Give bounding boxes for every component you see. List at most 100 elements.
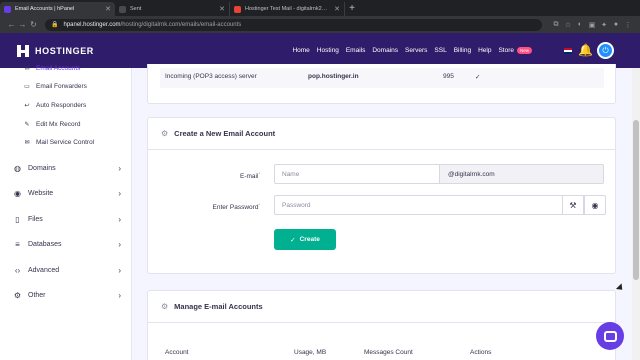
language-flag-icon[interactable] (564, 48, 572, 54)
forward-icon: ▭ (24, 84, 30, 90)
reload-icon[interactable]: ↻ (28, 20, 39, 29)
kebab-menu-icon[interactable]: ⋮ (622, 21, 634, 29)
gears-icon: ⚙ (161, 129, 169, 138)
sidebar-item-label: Files (28, 216, 43, 223)
nav-billing[interactable]: Billing (454, 47, 471, 54)
sidebar-item-mail-service-control[interactable]: ✉ Mail Service Control (24, 139, 94, 146)
notification-bell-icon[interactable]: 🔔 (578, 43, 593, 57)
sidebar-item-label: Email Accounts (36, 65, 81, 72)
power-icon: ⏻ (599, 44, 612, 57)
lock-icon: 🔒 (51, 22, 59, 28)
show-password-eye-icon[interactable]: ◉ (584, 195, 606, 215)
account-menu-button[interactable]: ⏻ (597, 42, 614, 59)
sidebar-item-email-accounts[interactable]: ✉ Email Accounts (24, 65, 80, 72)
edit-icon: ✎ (24, 122, 30, 128)
password-label: Enter Password* (212, 202, 260, 212)
sidebar-item-advanced[interactable]: ‹› Advanced › (13, 266, 121, 275)
nav-servers[interactable]: Servers (405, 47, 427, 54)
gmail-favicon-icon (234, 5, 241, 13)
sidebar-item-domains[interactable]: ◍ Domains › (13, 164, 121, 173)
browser-tab-strip: Email Accounts | hPanel ✕ Sent ✕ Hosting… (0, 0, 640, 16)
hostinger-favicon-icon (4, 5, 11, 13)
chevron-right-icon: › (118, 266, 121, 275)
database-icon: ≡ (15, 240, 20, 249)
sidebar-item-other[interactable]: ⚙ Other › (13, 291, 121, 300)
chevron-right-icon: › (118, 291, 121, 300)
sidebar: ✉ Email Accounts ▭ Email Forwarders ↩ Au… (0, 65, 132, 360)
profile-icon[interactable]: ● (610, 21, 622, 28)
generate-password-wand-icon[interactable]: ⚒ (562, 195, 584, 215)
nav-hosting[interactable]: Hosting (317, 47, 339, 54)
sidebar-item-label: Domains (28, 165, 56, 172)
hostinger-header: HOSTINGER Home Hosting Emails Domains Se… (0, 33, 640, 68)
url-bar[interactable]: 🔒 hpanel.hostinger.com/hosting/digitalrn… (45, 18, 542, 31)
gear-icon: ⚙ (13, 291, 22, 300)
sidebar-item-email-forwarders[interactable]: ▭ Email Forwarders (24, 83, 87, 90)
gears-icon: ⚙ (161, 302, 169, 311)
sidebar-item-edit-mx-record[interactable]: ✎ Edit Mx Record (24, 121, 80, 128)
create-button[interactable]: ✓ Create (274, 229, 336, 250)
browser-tab-sent[interactable]: Sent ✕ (115, 2, 230, 16)
column-usage[interactable]: Usage, MB (294, 349, 326, 356)
live-chat-button[interactable] (596, 322, 624, 350)
scrollbar-thumb[interactable] (633, 120, 639, 280)
browser-tab-email-accounts[interactable]: Email Accounts | hPanel ✕ (0, 2, 115, 16)
star-icon[interactable]: ☆ (562, 21, 574, 29)
sidebar-item-label: Auto Responders (36, 102, 87, 109)
sidebar-item-label: Email Forwarders (36, 83, 87, 90)
nav-store[interactable]: Store (498, 47, 514, 54)
hostinger-logo-icon (17, 44, 29, 57)
url-path: /hosting/digitalrnk.com/emails/email-acc… (120, 21, 242, 28)
sidebar-item-files[interactable]: ▯ Files › (13, 215, 121, 224)
email-name-input[interactable]: Name (274, 164, 440, 184)
close-icon[interactable]: ✕ (334, 5, 340, 13)
sidebar-item-website[interactable]: ◉ Website › (13, 189, 121, 198)
new-tab-button[interactable]: + (345, 2, 359, 16)
column-account[interactable]: Account (165, 349, 189, 356)
create-button-label: Create (299, 236, 320, 243)
code-icon: ‹› (14, 266, 21, 275)
page-scrollbar[interactable] (632, 68, 640, 360)
nav-help[interactable]: Help (478, 47, 491, 54)
extension-icon[interactable]: ▣ (586, 21, 598, 29)
mouse-cursor (615, 283, 626, 293)
nav-emails[interactable]: Emails (346, 47, 366, 54)
sidebar-item-auto-responders[interactable]: ↩ Auto Responders (24, 102, 86, 109)
chevron-right-icon: › (118, 215, 121, 224)
hostinger-logo[interactable]: HOSTINGER (17, 44, 94, 57)
chevron-right-icon: › (118, 240, 121, 249)
column-messages-count[interactable]: Messages Count (364, 349, 413, 356)
password-input[interactable]: Password (274, 195, 563, 215)
nav-domains[interactable]: Domains (372, 47, 398, 54)
screenshot-extension-icon[interactable]: ⧉ (550, 21, 562, 29)
reply-icon: ↩ (24, 103, 30, 109)
envelope-icon: ✉ (24, 66, 30, 72)
puzzle-icon[interactable]: ✦ (598, 21, 610, 29)
chevron-right-icon: › (118, 189, 121, 198)
main-menu: Home Hosting Emails Domains Servers SSL … (285, 47, 532, 54)
sidebar-item-databases[interactable]: ≡ Databases › (13, 240, 121, 249)
card-header: ⚙ Manage E-mail Accounts (148, 291, 615, 323)
server-type: Incoming (POP3 access) server (165, 73, 257, 80)
check-icon: ✓ (475, 74, 481, 81)
sidebar-item-label: Mail Service Control (36, 139, 95, 146)
tab-title: Email Accounts | hPanel (15, 6, 75, 12)
close-icon[interactable]: ✕ (219, 5, 225, 13)
sidebar-item-label: Advanced (28, 267, 60, 274)
close-icon[interactable]: ✕ (105, 5, 111, 13)
website-icon: ◉ (14, 189, 21, 198)
tab-title: Sent (130, 6, 142, 12)
file-icon: ▯ (15, 215, 20, 224)
back-icon[interactable]: ← (6, 20, 17, 29)
domain-suffix: @digitalrnk.com (439, 164, 604, 184)
nav-home[interactable]: Home (292, 47, 309, 54)
chevron-right-icon: › (118, 164, 121, 173)
forward-icon[interactable]: → (17, 20, 28, 29)
chat-icon (603, 330, 617, 342)
extension-icon[interactable]: ◐ (574, 21, 586, 28)
server-host: pop.hostinger.in (308, 73, 359, 80)
nav-ssl[interactable]: SSL (434, 47, 446, 54)
browser-tab-gmail[interactable]: Hostinger Test Mail - digitalrnk2… ✕ (230, 2, 345, 16)
card-title: Create a New Email Account (174, 129, 276, 138)
sidebar-item-label: Other (28, 292, 46, 299)
